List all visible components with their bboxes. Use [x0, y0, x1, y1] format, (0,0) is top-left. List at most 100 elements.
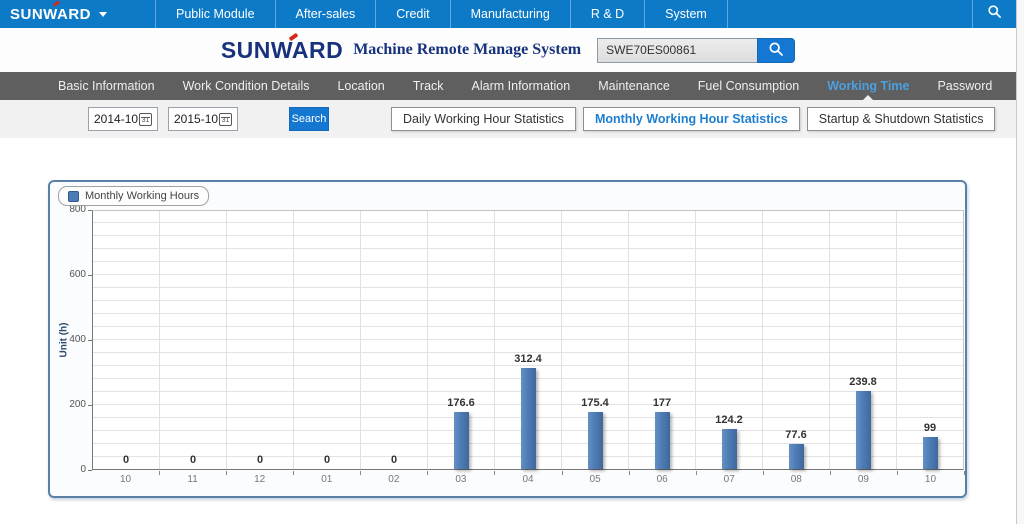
- machine-search-group: [597, 38, 795, 63]
- y-tick-label: 600: [52, 269, 86, 280]
- app-title: Machine Remote Manage System: [353, 41, 581, 59]
- bar-column-3: 0: [227, 211, 294, 469]
- tab-work-condition-details[interactable]: Work Condition Details: [169, 72, 324, 100]
- bar-value-label: 177: [629, 397, 695, 409]
- tab-alarm-information[interactable]: Alarm Information: [458, 72, 585, 100]
- x-tick-label: 04: [494, 474, 561, 485]
- x-axis-labels: 10111201020304050607080910: [92, 474, 964, 485]
- bar: [454, 412, 469, 469]
- bar: [722, 429, 737, 469]
- bar-value-label: 312.4: [495, 353, 561, 365]
- bar: [655, 412, 670, 470]
- x-tick-label: 12: [226, 474, 293, 485]
- nav-item-public-module[interactable]: Public Module: [155, 0, 275, 28]
- y-tick-label: 200: [52, 399, 86, 410]
- chart-legend: Monthly Working Hours: [58, 186, 209, 206]
- bar-column-9: 177: [629, 211, 696, 469]
- bar-series: 00000176.6312.4175.4177124.277.6239.899: [93, 211, 963, 469]
- bar-value-label: 0: [227, 454, 293, 466]
- legend-swatch: [68, 191, 79, 202]
- search-icon: [768, 41, 784, 60]
- top-nav-menu: Public ModuleAfter-salesCreditManufactur…: [155, 0, 728, 28]
- monthly-working-hour-statistics-button[interactable]: Monthly Working Hour Statistics: [583, 107, 800, 131]
- tab-track[interactable]: Track: [399, 72, 458, 100]
- app-header: SUNWARD Machine Remote Manage System: [0, 28, 1016, 72]
- date-to-input[interactable]: 2015-10: [168, 107, 238, 131]
- machine-search-input[interactable]: [597, 38, 757, 63]
- startup-shutdown-statistics-button[interactable]: Startup & Shutdown Statistics: [807, 107, 996, 131]
- brand-logo-text: SUNWARD: [10, 6, 91, 23]
- header-brand-text: SUNWARD: [221, 37, 343, 63]
- bar-column-11: 77.6: [763, 211, 830, 469]
- bar-value-label: 0: [93, 454, 159, 466]
- statistics-button-group: Daily Working Hour Statistics Monthly Wor…: [391, 107, 995, 131]
- page: SUNWARD Public ModuleAfter-salesCreditMa…: [0, 0, 1024, 524]
- bar-column-10: 124.2: [696, 211, 763, 469]
- bar: [521, 368, 536, 470]
- bar: [789, 444, 804, 469]
- y-tick-label: 400: [52, 334, 86, 345]
- bar-value-label: 239.8: [830, 376, 896, 388]
- bar-value-label: 99: [897, 422, 963, 434]
- bar-column-6: 176.6: [428, 211, 495, 469]
- x-tick-label: 10: [897, 474, 964, 485]
- x-tick-label: 03: [427, 474, 494, 485]
- bar-column-2: 0: [160, 211, 227, 469]
- x-tick-label: 08: [763, 474, 830, 485]
- nav-item-after-sales[interactable]: After-sales: [275, 0, 376, 28]
- date-to-value: 2015-10: [174, 112, 218, 126]
- tab-working-time[interactable]: Working Time: [813, 72, 923, 100]
- tab-maintenance[interactable]: Maintenance: [584, 72, 684, 100]
- legend-label: Monthly Working Hours: [85, 190, 199, 202]
- brand-logo[interactable]: SUNWARD: [0, 0, 117, 28]
- bar-value-label: 0: [361, 454, 427, 466]
- bar-column-7: 312.4: [495, 211, 562, 469]
- calendar-icon[interactable]: [139, 113, 152, 126]
- tab-password[interactable]: Password: [923, 72, 1006, 100]
- bar-value-label: 77.6: [763, 429, 829, 441]
- bar-column-4: 0: [294, 211, 361, 469]
- chart-panel: Monthly Working Hours Unit (h) 020040060…: [48, 180, 967, 498]
- bar: [588, 412, 603, 469]
- search-button[interactable]: Search: [289, 107, 329, 131]
- y-tick-label: 0: [52, 464, 86, 475]
- tab-location[interactable]: Location: [323, 72, 398, 100]
- bar-value-label: 0: [294, 454, 360, 466]
- x-tick-label: 05: [562, 474, 629, 485]
- x-tick-label: 09: [830, 474, 897, 485]
- nav-item-r-d[interactable]: R & D: [570, 0, 644, 28]
- bar-column-1: 0: [93, 211, 160, 469]
- chevron-down-icon: [99, 12, 107, 17]
- x-tick-label: 06: [629, 474, 696, 485]
- date-from-input[interactable]: 2014-10: [88, 107, 158, 131]
- bar-column-8: 175.4: [562, 211, 629, 469]
- x-tick-label: 10: [92, 474, 159, 485]
- bar-value-label: 0: [160, 454, 226, 466]
- x-tick-label: 07: [696, 474, 763, 485]
- bar-column-5: 0: [361, 211, 428, 469]
- tab-fuel-consumption[interactable]: Fuel Consumption: [684, 72, 813, 100]
- nav-item-system[interactable]: System: [644, 0, 728, 28]
- search-icon: [987, 4, 1002, 24]
- bar-value-label: 176.6: [428, 397, 494, 409]
- daily-working-hour-statistics-button[interactable]: Daily Working Hour Statistics: [391, 107, 576, 131]
- date-from-value: 2014-10: [94, 112, 138, 126]
- bar: [923, 437, 938, 469]
- top-navbar: SUNWARD Public ModuleAfter-salesCreditMa…: [0, 0, 1016, 28]
- tab-basic-information[interactable]: Basic Information: [44, 72, 169, 100]
- nav-search-button[interactable]: [972, 0, 1016, 28]
- header-brand-logo: SUNWARD: [221, 37, 343, 64]
- y-tick-mark: [88, 470, 92, 471]
- vertical-scrollbar[interactable]: [1016, 0, 1024, 524]
- x-tick-label: 01: [293, 474, 360, 485]
- bar-value-label: 124.2: [696, 414, 762, 426]
- calendar-icon[interactable]: [219, 113, 232, 126]
- bar: [856, 391, 871, 469]
- bar-column-13: 99: [897, 211, 963, 469]
- bar-value-label: 175.4: [562, 397, 628, 409]
- nav-item-manufacturing[interactable]: Manufacturing: [450, 0, 570, 28]
- x-tick-label: 02: [360, 474, 427, 485]
- header-search-button[interactable]: [757, 38, 795, 63]
- nav-item-credit[interactable]: Credit: [375, 0, 449, 28]
- module-tab-bar: Basic InformationWork Condition DetailsL…: [0, 72, 1016, 100]
